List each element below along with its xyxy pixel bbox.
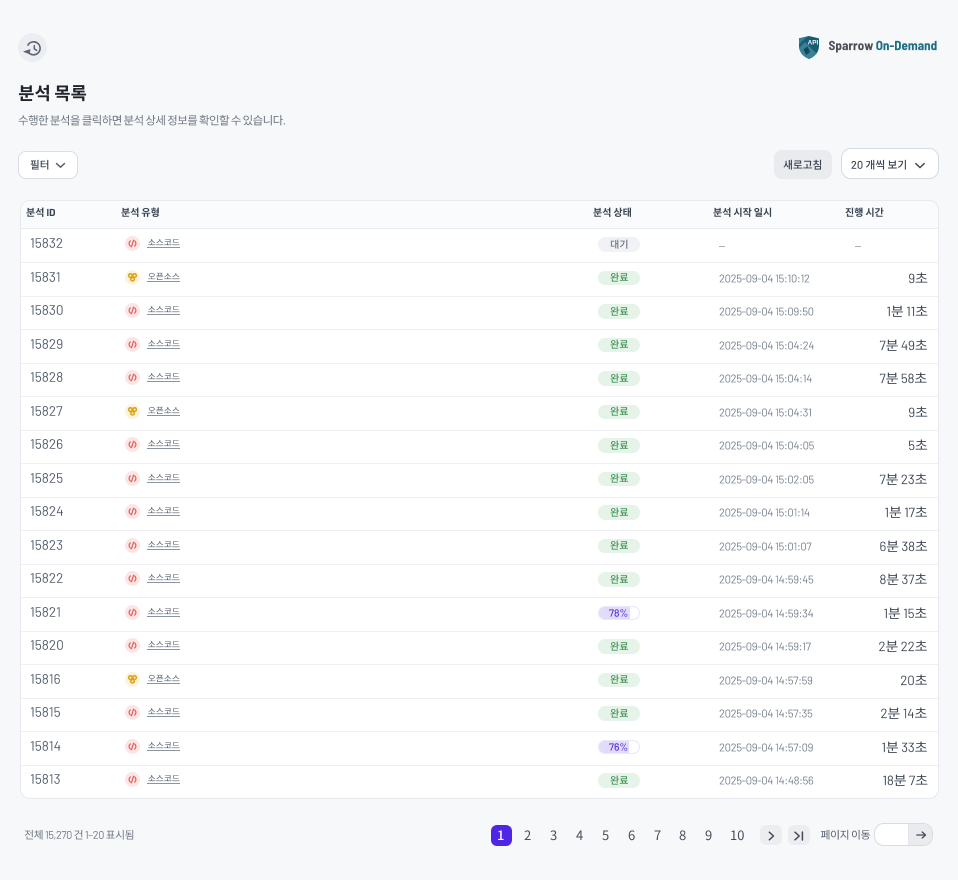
svg-text:API: API [808, 40, 819, 47]
